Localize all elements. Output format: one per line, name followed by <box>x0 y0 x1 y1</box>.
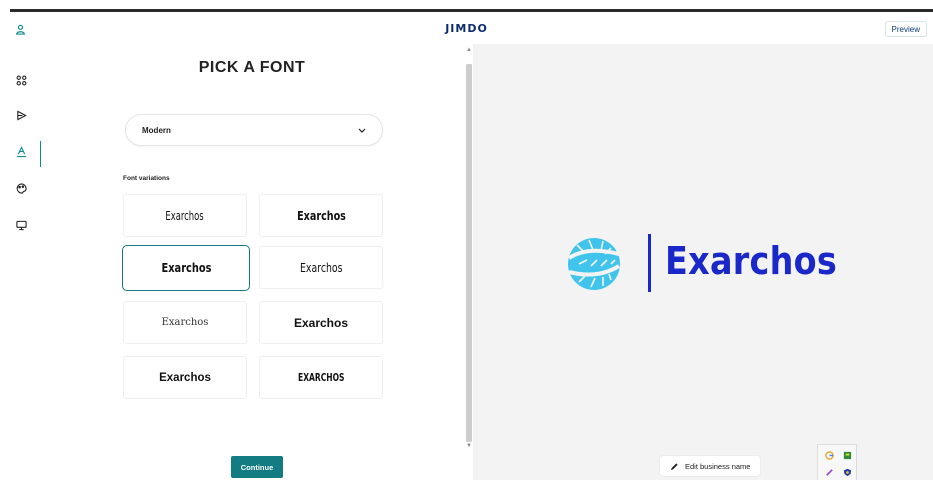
font-option-label: Exarchos <box>160 261 212 275</box>
pen-extension-icon[interactable] <box>824 467 834 477</box>
edit-business-name-button[interactable]: Edit business name <box>660 456 761 476</box>
shield-extension-icon[interactable] <box>842 467 852 477</box>
font-option-1[interactable]: Exarchos <box>123 194 247 237</box>
brush-icon <box>16 108 27 126</box>
google-icon[interactable] <box>824 450 834 460</box>
font-option-7[interactable]: Exarchos <box>123 356 247 399</box>
sidebar-item-layout[interactable] <box>8 71 34 93</box>
font-option-label: Exarchos <box>159 371 211 384</box>
font-option-8[interactable]: EXARCHOS <box>259 356 383 399</box>
jimdo-logo: JIMDO <box>445 22 488 35</box>
logo-divider <box>648 234 651 292</box>
business-name-logo: Exarchos <box>665 239 838 283</box>
scrollbar-thumb[interactable] <box>466 64 472 442</box>
sidebar-item-devices[interactable] <box>8 216 34 238</box>
monitor-icon <box>15 218 27 236</box>
font-option-label: Exarchos <box>299 260 343 275</box>
window-top-bar <box>0 0 933 12</box>
palette-icon <box>16 181 27 199</box>
scroll-up-arrow-icon[interactable]: ▲ <box>465 46 473 54</box>
pencil-icon <box>670 462 679 471</box>
font-option-label: Exarchos <box>293 315 349 330</box>
scroll-down-arrow-icon[interactable]: ▼ <box>465 442 473 450</box>
chevron-down-icon <box>356 124 368 136</box>
panel-scrollbar[interactable]: ▲ ▼ <box>465 44 473 480</box>
sidebar <box>0 44 42 480</box>
sidebar-item-colors[interactable] <box>8 179 34 201</box>
sidebar-item-style[interactable] <box>8 106 34 128</box>
grid-icon <box>16 73 27 91</box>
browser-extension-tray <box>817 444 857 480</box>
site-preview: Exarchos Edit business name <box>473 44 933 480</box>
font-option-label: EXARCHOS <box>297 371 345 384</box>
font-option-5[interactable]: Exarchos <box>123 301 247 344</box>
sidebar-item-fonts[interactable] <box>8 141 41 167</box>
font-style-value: Modern <box>142 125 171 135</box>
font-variations-label: Font variations <box>123 175 170 182</box>
font-option-6[interactable]: Exarchos <box>259 301 383 344</box>
font-option-3-selected[interactable]: Exarchos <box>122 245 250 291</box>
top-header: JIMDO Preview <box>0 14 933 44</box>
edit-business-name-label: Edit business name <box>685 461 751 471</box>
typography-icon <box>16 145 27 163</box>
font-style-select[interactable]: Modern <box>125 114 383 146</box>
font-option-4[interactable]: Exarchos <box>259 246 383 289</box>
continue-button[interactable]: Continue <box>231 456 283 478</box>
font-option-label: Exarchos <box>161 317 209 328</box>
page-title: PICK A FONT <box>198 59 306 76</box>
sheet-extension-icon[interactable] <box>842 450 852 460</box>
font-option-label: Exarchos <box>296 208 346 223</box>
font-picker-panel: PICK A FONT Modern Font variations Exarc… <box>42 44 462 480</box>
preview-button[interactable]: Preview <box>884 21 927 37</box>
font-option-2[interactable]: Exarchos <box>259 194 383 237</box>
font-option-label: Exarchos <box>165 208 205 223</box>
leaf-logo-icon <box>567 238 621 290</box>
